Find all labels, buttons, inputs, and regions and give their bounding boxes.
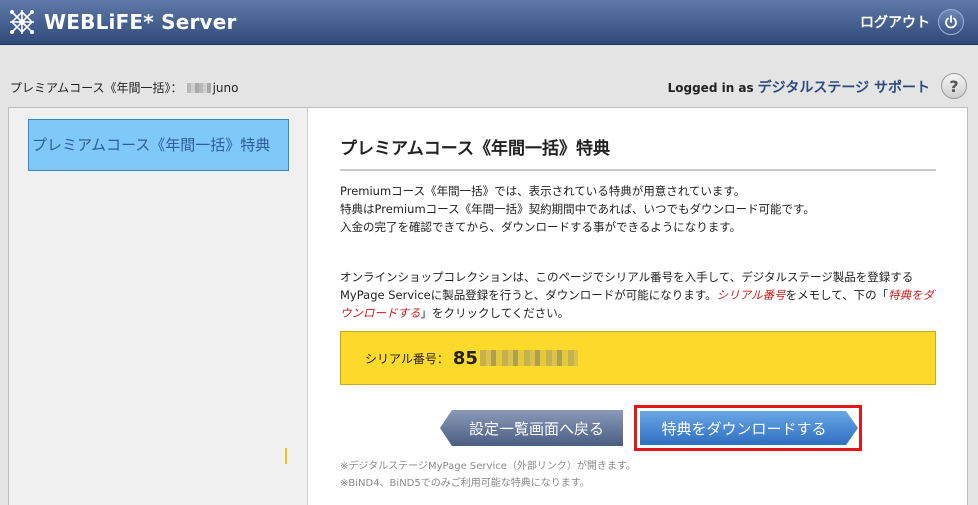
instruction-text: 」をクリックしてください。 xyxy=(420,306,570,320)
course-prefix: プレミアムコース《年間一括》： xyxy=(10,81,183,95)
logout-button[interactable]: ログアウト xyxy=(860,9,964,35)
description-line: 入金の完了を確認できてから、ダウンロードする事ができるようになります。 xyxy=(340,220,742,234)
sidebar-item-premium-benefit[interactable]: プレミアムコース《年間一括》特典 xyxy=(28,119,289,171)
text-cursor xyxy=(285,448,287,464)
serial-label: シリアル番号： xyxy=(365,351,449,366)
app-logo[interactable]: WEBLiFE* Server xyxy=(8,8,237,36)
logout-label: ログアウト xyxy=(860,15,930,31)
serial-number: 85 xyxy=(452,347,478,369)
content-frame: プレミアムコース《年間一括》特典 プレミアムコース《年間一括》特典 Premiu… xyxy=(8,107,968,505)
username-suffix: juno xyxy=(212,80,239,95)
download-benefit-button[interactable]: 特典をダウンロードする xyxy=(640,411,858,445)
app-title: WEBLiFE* Server xyxy=(44,10,237,34)
sidebar: プレミアムコース《年間一括》特典 xyxy=(9,108,308,505)
main-panel: プレミアムコース《年間一括》特典 Premiumコース《年間一括》では、表示され… xyxy=(309,108,967,505)
logged-in-user[interactable]: デジタルステージ サポート xyxy=(758,77,930,97)
course-account-line: プレミアムコース《年間一括》： juno xyxy=(10,79,238,96)
instruction-text: をメモして、下の「 xyxy=(785,288,889,302)
instruction-paragraph: オンラインショップコレクションは、このページでシリアル番号を入手して、デジタルス… xyxy=(340,268,940,322)
back-to-settings-button[interactable]: 設定一覧画面へ戻る xyxy=(440,410,623,446)
network-logo-icon xyxy=(10,10,34,34)
sub-bar: プレミアムコース《年間一括》： juno Logged in as デジタルステ… xyxy=(0,45,978,107)
logged-in-label: Logged in as xyxy=(667,81,754,95)
redacted-serial xyxy=(479,350,578,366)
top-bar: WEBLiFE* Server ログアウト xyxy=(0,0,978,45)
login-info: Logged in as デジタルステージ サポート xyxy=(668,77,930,97)
redacted-username xyxy=(186,82,211,93)
description-line: Premiumコース《年間一括》では、表示されている特典が用意されています。 xyxy=(340,184,746,198)
highlight-frame: 特典をダウンロードする xyxy=(634,405,862,451)
description-line: 特典はPremiumコース《年間一括》契約期間中であれば、いつでもダウンロード可… xyxy=(340,202,815,216)
serial-number-box: シリアル番号： 85 xyxy=(340,331,936,385)
description-paragraph: Premiumコース《年間一括》では、表示されている特典が用意されています。 特… xyxy=(340,182,940,236)
note-bind-only: ※BiND4、BiND5でのみご利用可能な特典になります。 xyxy=(340,478,590,489)
power-icon[interactable] xyxy=(938,9,964,35)
note-external-link: ※デジタルステージMyPage Service（外部リンク）が開きます。 xyxy=(340,461,636,472)
page-title: プレミアムコース《年間一括》特典 xyxy=(340,134,936,171)
serial-emphasis: シリアル番号 xyxy=(716,288,786,302)
help-icon[interactable]: ? xyxy=(941,73,967,99)
